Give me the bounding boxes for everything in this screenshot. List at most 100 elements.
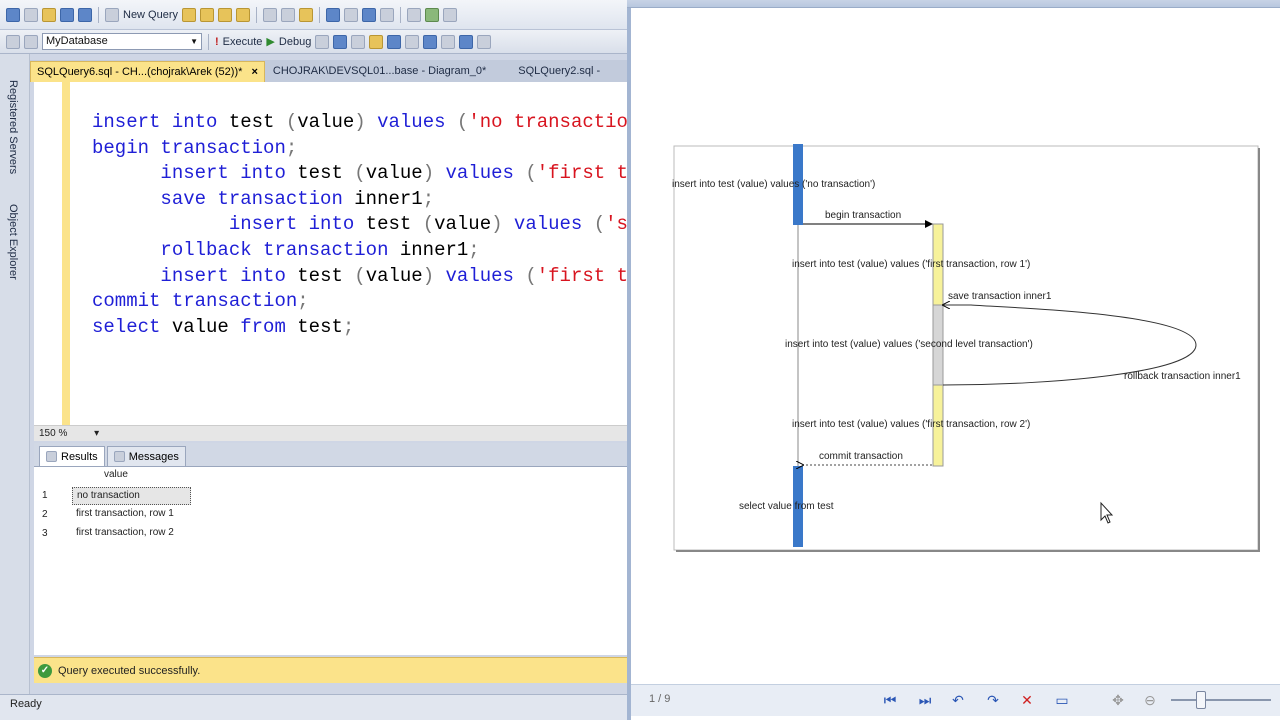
first-page-icon[interactable]: ⏮	[881, 691, 899, 709]
code-token: (	[593, 213, 606, 236]
code-token: ;	[468, 238, 480, 261]
code-token: value	[434, 213, 492, 236]
table-row[interactable]: 2 first transaction, row 1	[34, 505, 334, 524]
app-status-bar: Ready	[0, 694, 627, 720]
xmla-query-icon[interactable]	[236, 7, 251, 22]
outdent-icon[interactable]	[477, 34, 492, 49]
object-explorer-tab[interactable]: Object Explorer	[7, 204, 19, 280]
redo-icon[interactable]	[344, 7, 359, 22]
tab-results-label: Results	[61, 450, 98, 463]
zoom-slider[interactable]	[1171, 699, 1271, 701]
zoom-chevron-icon[interactable]: ▾	[94, 428, 99, 439]
display-plan-icon[interactable]	[387, 34, 402, 49]
code-token: commit	[92, 290, 161, 313]
open-file-icon[interactable]	[42, 7, 56, 22]
undo-icon[interactable]	[326, 7, 341, 22]
code-token: value	[365, 162, 423, 185]
intellisense-icon[interactable]	[405, 34, 420, 49]
debug-icon[interactable]: ▶	[266, 35, 274, 48]
code-token: ;	[285, 136, 298, 159]
analysis-query-icon[interactable]	[200, 7, 215, 22]
code-token: into	[240, 162, 286, 185]
zoom-out-icon[interactable]: ⊖	[1141, 691, 1159, 709]
add-item-icon[interactable]	[24, 7, 38, 22]
cell-value[interactable]: no transaction	[72, 487, 191, 505]
db-engine-query-icon[interactable]	[182, 7, 197, 22]
table-row[interactable]: 3 first transaction, row 2	[34, 524, 334, 543]
tab-results[interactable]: Results	[39, 446, 105, 466]
copy-icon[interactable]	[281, 7, 296, 22]
delete-icon[interactable]: ✕	[1018, 691, 1036, 709]
debug-button[interactable]: Debug	[279, 36, 311, 48]
slideshow-icon[interactable]: ▭	[1053, 691, 1071, 709]
tab-label: CHOJRAK\DEVSQL01...base - Diagram_0*	[272, 65, 487, 77]
execute-button[interactable]: Execute	[223, 36, 263, 48]
new-query-button[interactable]: New Query	[123, 9, 178, 21]
connect-icon[interactable]	[6, 34, 20, 49]
code-token: value	[365, 264, 423, 287]
code-token: values	[445, 162, 514, 185]
find-icon[interactable]	[380, 7, 395, 22]
chevron-down-icon: ▼	[190, 37, 198, 46]
tab-sqlquery6[interactable]: SQLQuery6.sql - CH...(chojrak\Arek (52))…	[30, 61, 265, 82]
mdx-query-icon[interactable]	[218, 7, 233, 22]
start-icon[interactable]	[425, 7, 440, 22]
new-project-icon[interactable]	[6, 7, 20, 22]
tab-label: SQLQuery6.sql - CH...(chojrak\Arek (52))…	[37, 66, 243, 78]
last-page-icon[interactable]: ⏭	[916, 691, 934, 709]
tab-messages-label: Messages	[128, 450, 179, 463]
save-all-icon[interactable]	[78, 7, 92, 22]
label-first-row2: insert into test (value) values ('first …	[792, 419, 1030, 430]
change-connection-icon[interactable]	[24, 34, 38, 49]
cell-value[interactable]: first transaction, row 2	[72, 525, 191, 543]
table-row[interactable]: 1 no transaction	[34, 486, 334, 505]
zoom-icon[interactable]: ✥	[1109, 691, 1127, 709]
parse-icon[interactable]	[333, 34, 348, 49]
code-token: (	[285, 111, 298, 133]
tab-label: SQLQuery2.sql -	[518, 65, 601, 77]
paste-icon[interactable]	[299, 7, 314, 22]
uncomment-icon[interactable]	[441, 34, 456, 49]
zoom-slider-handle[interactable]	[1196, 691, 1206, 709]
rotate-right-icon[interactable]: ↷	[984, 691, 1002, 709]
tab-sqlquery2[interactable]: SQLQuery2.sql -	[512, 61, 606, 82]
tab-diagram[interactable]: CHOJRAK\DEVSQL01...base - Diagram_0*	[267, 61, 492, 82]
ready-text: Ready	[10, 698, 42, 710]
query-status-bar: ✓ Query executed successfully.	[34, 657, 627, 683]
column-header[interactable]: value	[104, 469, 128, 480]
screen-icon[interactable]	[407, 7, 422, 22]
results-tabs: Results Messages	[34, 443, 627, 467]
code-token: )	[422, 162, 435, 185]
tab-messages[interactable]: Messages	[106, 446, 186, 466]
change-margin	[62, 82, 70, 426]
results-grid[interactable]: value 1 no transaction 2 first transacti…	[34, 467, 627, 655]
navigate-icon[interactable]	[362, 7, 377, 22]
registered-servers-tab[interactable]: Registered Servers	[7, 80, 19, 174]
new-query-icon[interactable]	[105, 7, 119, 22]
stop-icon[interactable]	[315, 34, 330, 49]
label-second-level: insert into test (value) values ('second…	[785, 339, 1033, 350]
zoom-level[interactable]: 150 %	[39, 428, 67, 439]
comment-icon[interactable]	[423, 34, 438, 49]
sql-editor-toolbar: MyDatabase ▼ ! Execute ▶ Debug	[0, 30, 627, 54]
close-icon[interactable]: ×	[251, 66, 257, 78]
more-icon[interactable]	[443, 7, 458, 22]
code-token: rollback	[160, 238, 252, 261]
page-indicator: 1 / 9	[649, 693, 671, 705]
execute-icon[interactable]: !	[215, 36, 219, 48]
code-token: test	[285, 162, 355, 185]
code-token: insert	[160, 264, 229, 287]
save-icon[interactable]	[60, 7, 74, 22]
results-to-icon[interactable]	[351, 34, 366, 49]
database-dropdown[interactable]: MyDatabase ▼	[42, 33, 202, 50]
rotate-left-icon[interactable]: ↶	[949, 691, 967, 709]
cut-icon[interactable]	[263, 7, 278, 22]
query-options-icon[interactable]	[369, 34, 384, 49]
indent-icon[interactable]	[459, 34, 474, 49]
cell-value[interactable]: first transaction, row 1	[72, 506, 191, 524]
code-token: test	[285, 264, 355, 287]
